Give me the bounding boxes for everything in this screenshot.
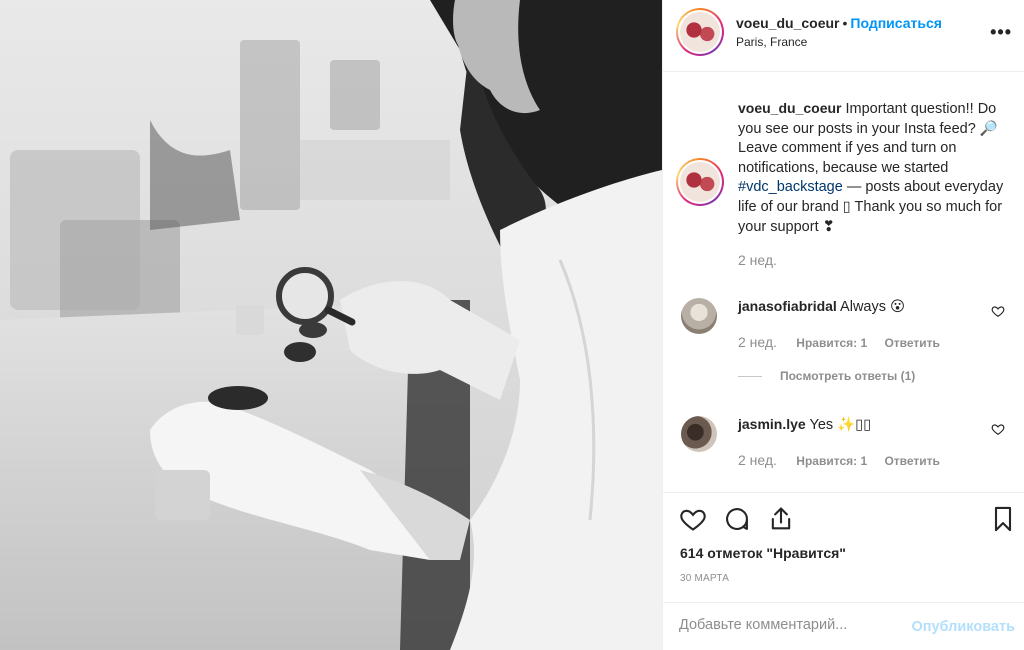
caption-username[interactable]: voeu_du_coeur: [738, 100, 841, 116]
post-location[interactable]: Paris, France: [736, 35, 807, 49]
caption-text: voeu_du_coeur Important question!! Do yo…: [738, 99, 1008, 237]
comment-likes[interactable]: Нравится: 1: [796, 336, 867, 350]
like-heart-icon[interactable]: [679, 505, 707, 533]
comments-list[interactable]: voeu_du_coeur Important question!! Do yo…: [663, 72, 1024, 492]
comment-reply-button[interactable]: Ответить: [884, 454, 939, 468]
caption-hashtag[interactable]: #vdc_backstage: [738, 179, 843, 195]
publish-button[interactable]: Опубликовать: [911, 619, 1015, 635]
view-replies-button[interactable]: Посмотреть ответы (1): [738, 369, 915, 383]
post-actions: 614 отметок "Нравится" 30 МАРТА: [663, 492, 1024, 602]
post-date[interactable]: 30 МАРТА: [680, 573, 729, 584]
post-photo: [0, 0, 662, 650]
comment-text: Yes ✨▯▯: [809, 417, 872, 433]
comment-text: Always 😮: [840, 299, 906, 315]
view-replies-label[interactable]: Посмотреть ответы (1): [780, 369, 915, 383]
author-username[interactable]: voeu_du_coeur: [736, 15, 839, 31]
photo-illustration: [0, 0, 662, 650]
author-line: voeu_du_coeur • Подписаться: [736, 15, 942, 31]
commenter-username[interactable]: janasofiabridal: [738, 298, 837, 314]
add-comment-bar: Опубликовать: [663, 602, 1024, 650]
author-avatar[interactable]: [676, 8, 724, 56]
replies-divider: [738, 376, 762, 378]
comment-body: jasmin.lye Yes ✨▯▯: [738, 416, 871, 433]
commenter-avatar[interactable]: [681, 416, 717, 452]
commenter-username[interactable]: jasmin.lye: [738, 416, 806, 432]
comment-time[interactable]: 2 нед.: [738, 452, 777, 468]
comment-meta: 2 нед. Нравится: 1 Ответить: [738, 452, 954, 468]
share-icon[interactable]: [767, 505, 795, 533]
post-header: voeu_du_coeur • Подписаться Paris, France …: [663, 0, 1024, 72]
post-side-panel: voeu_du_coeur • Подписаться Paris, France …: [662, 0, 1024, 650]
likes-count[interactable]: 614 отметок "Нравится": [680, 545, 846, 561]
commenter-avatar[interactable]: [681, 298, 717, 334]
header-separator: •: [842, 15, 848, 31]
comment-likes[interactable]: Нравится: 1: [796, 454, 867, 468]
comment-reply-button[interactable]: Ответить: [884, 336, 939, 350]
comment-like-heart-icon[interactable]: [991, 422, 1005, 436]
comment-like-heart-icon[interactable]: [991, 304, 1005, 318]
follow-button[interactable]: Подписаться: [850, 15, 942, 31]
comment-bubble-icon[interactable]: [723, 505, 751, 533]
comment-item: jasmin.lye Yes ✨▯▯ 2 нед. Нравится: 1 От…: [663, 416, 1024, 476]
save-bookmark-icon[interactable]: [989, 505, 1017, 533]
caption-time[interactable]: 2 нед.: [738, 252, 777, 268]
comment-input[interactable]: [679, 617, 889, 633]
comment-time[interactable]: 2 нед.: [738, 334, 777, 350]
comment-item: janasofiabridal Always 😮 2 нед. Нравится…: [663, 298, 1024, 358]
comment-meta: 2 нед. Нравится: 1 Ответить: [738, 334, 954, 350]
caption-author-avatar[interactable]: [676, 158, 724, 206]
comment-body: janasofiabridal Always 😮: [738, 298, 905, 315]
more-options-icon[interactable]: •••: [990, 22, 1012, 43]
